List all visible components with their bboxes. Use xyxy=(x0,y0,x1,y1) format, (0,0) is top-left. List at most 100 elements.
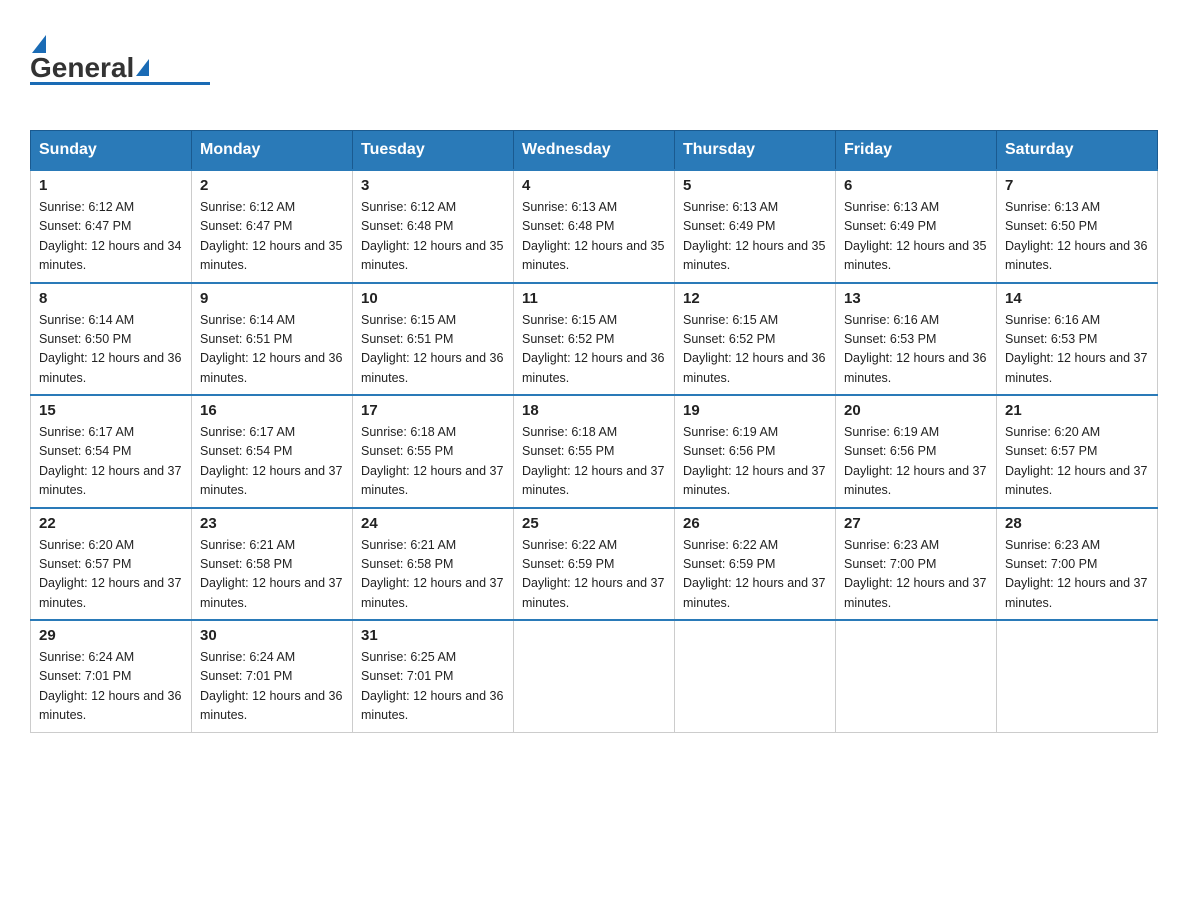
day-number: 3 xyxy=(361,177,505,194)
calendar-cell: 10 Sunrise: 6:15 AM Sunset: 6:51 PM Dayl… xyxy=(353,283,514,396)
calendar-cell: 1 Sunrise: 6:12 AM Sunset: 6:47 PM Dayli… xyxy=(31,170,192,283)
day-info: Sunrise: 6:12 AM Sunset: 6:47 PM Dayligh… xyxy=(200,198,344,276)
day-number: 11 xyxy=(522,290,666,307)
calendar-table: SundayMondayTuesdayWednesdayThursdayFrid… xyxy=(30,130,1158,733)
calendar-cell: 7 Sunrise: 6:13 AM Sunset: 6:50 PM Dayli… xyxy=(997,170,1158,283)
logo-general-text2: General xyxy=(30,52,134,84)
day-number: 4 xyxy=(522,177,666,194)
day-number: 17 xyxy=(361,402,505,419)
day-info: Sunrise: 6:15 AM Sunset: 6:52 PM Dayligh… xyxy=(683,311,827,389)
day-number: 31 xyxy=(361,627,505,644)
day-number: 24 xyxy=(361,515,505,532)
day-info: Sunrise: 6:24 AM Sunset: 7:01 PM Dayligh… xyxy=(39,648,183,726)
day-number: 12 xyxy=(683,290,827,307)
calendar-cell: 24 Sunrise: 6:21 AM Sunset: 6:58 PM Dayl… xyxy=(353,508,514,621)
calendar-cell: 19 Sunrise: 6:19 AM Sunset: 6:56 PM Dayl… xyxy=(675,395,836,508)
calendar-week-2: 8 Sunrise: 6:14 AM Sunset: 6:50 PM Dayli… xyxy=(31,283,1158,396)
day-info: Sunrise: 6:20 AM Sunset: 6:57 PM Dayligh… xyxy=(39,536,183,614)
calendar-cell: 12 Sunrise: 6:15 AM Sunset: 6:52 PM Dayl… xyxy=(675,283,836,396)
day-info: Sunrise: 6:16 AM Sunset: 6:53 PM Dayligh… xyxy=(844,311,988,389)
day-info: Sunrise: 6:14 AM Sunset: 6:50 PM Dayligh… xyxy=(39,311,183,389)
day-info: Sunrise: 6:14 AM Sunset: 6:51 PM Dayligh… xyxy=(200,311,344,389)
calendar-body: 1 Sunrise: 6:12 AM Sunset: 6:47 PM Dayli… xyxy=(31,170,1158,732)
day-info: Sunrise: 6:15 AM Sunset: 6:51 PM Dayligh… xyxy=(361,311,505,389)
day-number: 13 xyxy=(844,290,988,307)
day-number: 30 xyxy=(200,627,344,644)
day-info: Sunrise: 6:25 AM Sunset: 7:01 PM Dayligh… xyxy=(361,648,505,726)
calendar-cell: 30 Sunrise: 6:24 AM Sunset: 7:01 PM Dayl… xyxy=(192,620,353,732)
logo-underline xyxy=(30,82,210,85)
day-info: Sunrise: 6:21 AM Sunset: 6:58 PM Dayligh… xyxy=(200,536,344,614)
day-number: 8 xyxy=(39,290,183,307)
calendar-cell: 6 Sunrise: 6:13 AM Sunset: 6:49 PM Dayli… xyxy=(836,170,997,283)
calendar-cell: 25 Sunrise: 6:22 AM Sunset: 6:59 PM Dayl… xyxy=(514,508,675,621)
logo-triangle-icon xyxy=(32,35,46,53)
day-number: 2 xyxy=(200,177,344,194)
day-info: Sunrise: 6:23 AM Sunset: 7:00 PM Dayligh… xyxy=(1005,536,1149,614)
day-number: 29 xyxy=(39,627,183,644)
day-info: Sunrise: 6:22 AM Sunset: 6:59 PM Dayligh… xyxy=(522,536,666,614)
calendar-cell: 20 Sunrise: 6:19 AM Sunset: 6:56 PM Dayl… xyxy=(836,395,997,508)
logo-arrow-icon xyxy=(136,59,149,76)
day-number: 26 xyxy=(683,515,827,532)
day-number: 16 xyxy=(200,402,344,419)
calendar-cell: 8 Sunrise: 6:14 AM Sunset: 6:50 PM Dayli… xyxy=(31,283,192,396)
calendar-cell: 26 Sunrise: 6:22 AM Sunset: 6:59 PM Dayl… xyxy=(675,508,836,621)
calendar-cell xyxy=(514,620,675,732)
day-info: Sunrise: 6:18 AM Sunset: 6:55 PM Dayligh… xyxy=(361,423,505,501)
calendar-cell: 27 Sunrise: 6:23 AM Sunset: 7:00 PM Dayl… xyxy=(836,508,997,621)
calendar-cell: 31 Sunrise: 6:25 AM Sunset: 7:01 PM Dayl… xyxy=(353,620,514,732)
day-info: Sunrise: 6:13 AM Sunset: 6:49 PM Dayligh… xyxy=(844,198,988,276)
calendar-cell: 9 Sunrise: 6:14 AM Sunset: 6:51 PM Dayli… xyxy=(192,283,353,396)
day-number: 27 xyxy=(844,515,988,532)
calendar-cell: 22 Sunrise: 6:20 AM Sunset: 6:57 PM Dayl… xyxy=(31,508,192,621)
day-number: 23 xyxy=(200,515,344,532)
calendar-cell: 15 Sunrise: 6:17 AM Sunset: 6:54 PM Dayl… xyxy=(31,395,192,508)
calendar-week-1: 1 Sunrise: 6:12 AM Sunset: 6:47 PM Dayli… xyxy=(31,170,1158,283)
calendar-cell: 23 Sunrise: 6:21 AM Sunset: 6:58 PM Dayl… xyxy=(192,508,353,621)
day-number: 6 xyxy=(844,177,988,194)
day-number: 18 xyxy=(522,402,666,419)
weekday-monday: Monday xyxy=(192,131,353,171)
calendar-cell: 5 Sunrise: 6:13 AM Sunset: 6:49 PM Dayli… xyxy=(675,170,836,283)
calendar-week-5: 29 Sunrise: 6:24 AM Sunset: 7:01 PM Dayl… xyxy=(31,620,1158,732)
day-info: Sunrise: 6:21 AM Sunset: 6:58 PM Dayligh… xyxy=(361,536,505,614)
day-number: 19 xyxy=(683,402,827,419)
calendar-cell: 29 Sunrise: 6:24 AM Sunset: 7:01 PM Dayl… xyxy=(31,620,192,732)
day-number: 28 xyxy=(1005,515,1149,532)
calendar-header: SundayMondayTuesdayWednesdayThursdayFrid… xyxy=(31,131,1158,171)
calendar-week-3: 15 Sunrise: 6:17 AM Sunset: 6:54 PM Dayl… xyxy=(31,395,1158,508)
calendar-cell: 28 Sunrise: 6:23 AM Sunset: 7:00 PM Dayl… xyxy=(997,508,1158,621)
day-info: Sunrise: 6:23 AM Sunset: 7:00 PM Dayligh… xyxy=(844,536,988,614)
day-info: Sunrise: 6:20 AM Sunset: 6:57 PM Dayligh… xyxy=(1005,423,1149,501)
day-info: Sunrise: 6:18 AM Sunset: 6:55 PM Dayligh… xyxy=(522,423,666,501)
day-info: Sunrise: 6:22 AM Sunset: 6:59 PM Dayligh… xyxy=(683,536,827,614)
page-header: General xyxy=(30,30,1158,110)
day-info: Sunrise: 6:24 AM Sunset: 7:01 PM Dayligh… xyxy=(200,648,344,726)
calendar-cell: 16 Sunrise: 6:17 AM Sunset: 6:54 PM Dayl… xyxy=(192,395,353,508)
logo: General xyxy=(30,30,210,110)
weekday-header-row: SundayMondayTuesdayWednesdayThursdayFrid… xyxy=(31,131,1158,171)
day-info: Sunrise: 6:13 AM Sunset: 6:49 PM Dayligh… xyxy=(683,198,827,276)
day-number: 1 xyxy=(39,177,183,194)
calendar-week-4: 22 Sunrise: 6:20 AM Sunset: 6:57 PM Dayl… xyxy=(31,508,1158,621)
day-number: 10 xyxy=(361,290,505,307)
day-info: Sunrise: 6:12 AM Sunset: 6:48 PM Dayligh… xyxy=(361,198,505,276)
calendar-cell xyxy=(997,620,1158,732)
weekday-wednesday: Wednesday xyxy=(514,131,675,171)
weekday-friday: Friday xyxy=(836,131,997,171)
calendar-cell xyxy=(836,620,997,732)
weekday-saturday: Saturday xyxy=(997,131,1158,171)
calendar-cell: 17 Sunrise: 6:18 AM Sunset: 6:55 PM Dayl… xyxy=(353,395,514,508)
calendar-cell: 18 Sunrise: 6:18 AM Sunset: 6:55 PM Dayl… xyxy=(514,395,675,508)
day-info: Sunrise: 6:13 AM Sunset: 6:48 PM Dayligh… xyxy=(522,198,666,276)
day-info: Sunrise: 6:19 AM Sunset: 6:56 PM Dayligh… xyxy=(844,423,988,501)
calendar-cell: 21 Sunrise: 6:20 AM Sunset: 6:57 PM Dayl… xyxy=(997,395,1158,508)
day-number: 22 xyxy=(39,515,183,532)
day-number: 5 xyxy=(683,177,827,194)
day-number: 15 xyxy=(39,402,183,419)
day-info: Sunrise: 6:15 AM Sunset: 6:52 PM Dayligh… xyxy=(522,311,666,389)
day-info: Sunrise: 6:13 AM Sunset: 6:50 PM Dayligh… xyxy=(1005,198,1149,276)
weekday-tuesday: Tuesday xyxy=(353,131,514,171)
day-info: Sunrise: 6:12 AM Sunset: 6:47 PM Dayligh… xyxy=(39,198,183,276)
